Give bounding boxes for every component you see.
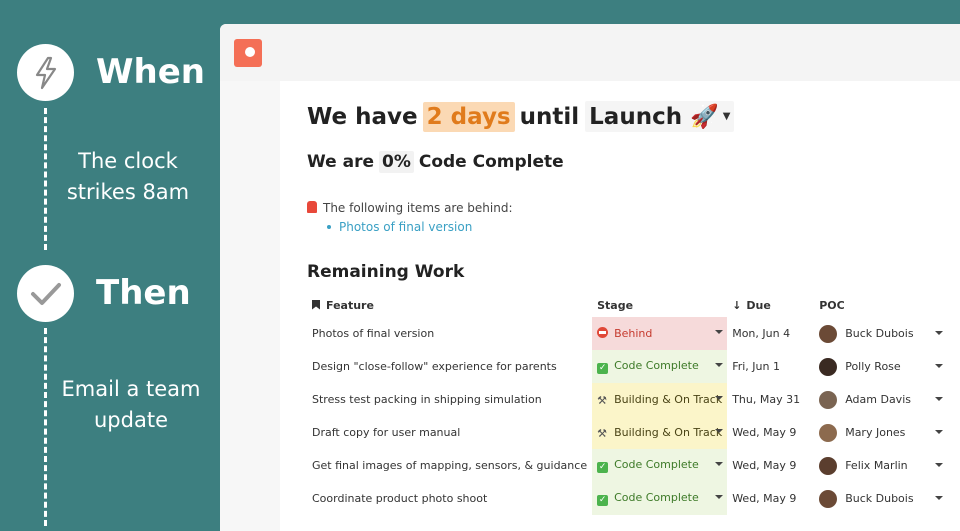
- chevron-down-icon: [715, 495, 724, 499]
- chevron-down-icon: ▼: [722, 111, 731, 122]
- bookmark-icon: [312, 299, 320, 310]
- column-header-poc[interactable]: POC: [814, 293, 949, 317]
- stage-select[interactable]: ⚒ Building & On Track: [592, 383, 728, 416]
- hammer-wrench-icon: ⚒: [597, 427, 607, 440]
- avatar: [819, 423, 838, 442]
- due-cell[interactable]: Wed, May 9: [727, 482, 814, 515]
- remaining-work-table: Feature Stage ↓ Due POC Photos of final v…: [307, 293, 949, 515]
- table-row: Draft copy for user manual ⚒ Building & O…: [307, 416, 949, 449]
- chevron-down-icon: [715, 462, 724, 466]
- completion-percent-chip: 0%: [378, 151, 414, 173]
- milestone-select[interactable]: Launch 🚀 ▼: [585, 101, 735, 132]
- then-step-circle: [17, 265, 74, 322]
- table-row: Design "close-follow" experience for par…: [307, 350, 949, 383]
- checkmark-icon: ✓: [597, 495, 609, 506]
- checkmark-icon: [30, 282, 61, 305]
- stage-select[interactable]: ✓ Code Complete: [592, 350, 728, 383]
- section-title: Remaining Work: [307, 262, 465, 282]
- days-remaining-chip: 2 days: [422, 101, 515, 132]
- chevron-down-icon: [935, 430, 944, 434]
- lightning-icon: [35, 56, 56, 89]
- chevron-down-icon: [715, 330, 724, 334]
- behind-heading: The following items are behind:: [323, 201, 513, 215]
- headline-prefix: We have: [307, 103, 418, 130]
- when-description: The clock strikes 8am: [66, 149, 190, 204]
- poc-select[interactable]: Buck Dubois: [814, 317, 949, 350]
- chevron-down-icon: [935, 463, 944, 467]
- table-row: Stress test packing in shipping simulati…: [307, 383, 949, 416]
- column-header-feature[interactable]: Feature: [307, 293, 592, 317]
- poc-select[interactable]: Adam Davis: [814, 383, 949, 416]
- due-cell[interactable]: Mon, Jun 4: [727, 317, 814, 350]
- doc-window: We have 2 days until Launch 🚀 ▼ We are 0…: [220, 24, 960, 531]
- automation-panel: When The clock strikes 8am Then Email a …: [0, 0, 220, 531]
- chevron-down-icon: [715, 363, 724, 367]
- due-cell[interactable]: Wed, May 9: [727, 449, 814, 482]
- chevron-down-icon: [935, 364, 944, 368]
- coda-logo-icon[interactable]: [234, 38, 262, 67]
- table-header-row: Feature Stage ↓ Due POC: [307, 293, 949, 317]
- then-title: Then: [96, 273, 191, 313]
- no-entry-icon: [597, 327, 609, 338]
- feature-cell[interactable]: Coordinate product photo shoot: [307, 482, 592, 515]
- feature-cell[interactable]: Stress test packing in shipping simulati…: [307, 383, 592, 416]
- chevron-down-icon: [715, 429, 724, 433]
- checkmark-icon: ✓: [597, 363, 609, 374]
- avatar: [819, 489, 838, 508]
- behind-item-link[interactable]: Photos of final version: [339, 220, 472, 234]
- when-connector: [44, 108, 47, 250]
- behind-callout: The following items are behind:: [307, 201, 513, 215]
- doc-content: We have 2 days until Launch 🚀 ▼ We are 0…: [307, 81, 960, 531]
- status-prefix: We are: [307, 152, 374, 172]
- hammer-wrench-icon: ⚒: [597, 394, 607, 407]
- stage-select[interactable]: Behind: [592, 317, 728, 350]
- then-description: Email a team update: [61, 377, 201, 432]
- chevron-down-icon: [935, 397, 944, 401]
- stage-select[interactable]: ⚒ Building & On Track: [592, 416, 728, 449]
- poc-select[interactable]: Buck Dubois: [814, 482, 949, 515]
- checkmark-icon: ✓: [597, 462, 609, 473]
- feature-cell[interactable]: Photos of final version: [307, 317, 592, 350]
- avatar: [819, 357, 838, 376]
- sort-arrow-down-icon: ↓: [732, 298, 742, 312]
- doc-toolbar: [220, 24, 960, 81]
- when-step-circle: [17, 44, 74, 101]
- when-title: When: [96, 52, 205, 92]
- countdown-headline: We have 2 days until Launch 🚀 ▼: [307, 101, 735, 132]
- milestone-label: Launch 🚀: [589, 104, 719, 130]
- status-suffix: Code Complete: [418, 152, 564, 172]
- column-header-due[interactable]: ↓ Due: [727, 293, 814, 317]
- doc-sidebar-gutter: [220, 81, 280, 531]
- due-cell[interactable]: Wed, May 9: [727, 416, 814, 449]
- behind-list: Photos of final version: [327, 220, 472, 234]
- headline-middle: until: [519, 103, 580, 130]
- poc-select[interactable]: Polly Rose: [814, 350, 949, 383]
- siren-icon: [307, 201, 317, 213]
- column-header-stage[interactable]: Stage: [592, 293, 727, 317]
- table-row: Get final images of mapping, sensors, & …: [307, 449, 949, 482]
- poc-select[interactable]: Mary Jones: [814, 416, 949, 449]
- feature-cell[interactable]: Get final images of mapping, sensors, & …: [307, 449, 592, 482]
- due-cell[interactable]: Thu, May 31: [727, 383, 814, 416]
- list-bullet: [327, 225, 331, 229]
- feature-cell[interactable]: Draft copy for user manual: [307, 416, 592, 449]
- table-row: Coordinate product photo shoot ✓ Code Com…: [307, 482, 949, 515]
- chevron-down-icon: [715, 396, 724, 400]
- chevron-down-icon: [935, 496, 944, 500]
- completion-status: We are 0% Code Complete: [307, 151, 564, 173]
- table-row: Photos of final version Behind Mon, Jun …: [307, 317, 949, 350]
- due-cell[interactable]: Fri, Jun 1: [727, 350, 814, 383]
- stage-select[interactable]: ✓ Code Complete: [592, 449, 728, 482]
- chevron-down-icon: [935, 331, 944, 335]
- feature-cell[interactable]: Design "close-follow" experience for par…: [307, 350, 592, 383]
- poc-select[interactable]: Felix Marlin: [814, 449, 949, 482]
- stage-select[interactable]: ✓ Code Complete: [592, 482, 728, 515]
- then-connector: [44, 328, 47, 526]
- avatar: [819, 456, 838, 475]
- avatar: [819, 324, 838, 343]
- avatar: [819, 390, 838, 409]
